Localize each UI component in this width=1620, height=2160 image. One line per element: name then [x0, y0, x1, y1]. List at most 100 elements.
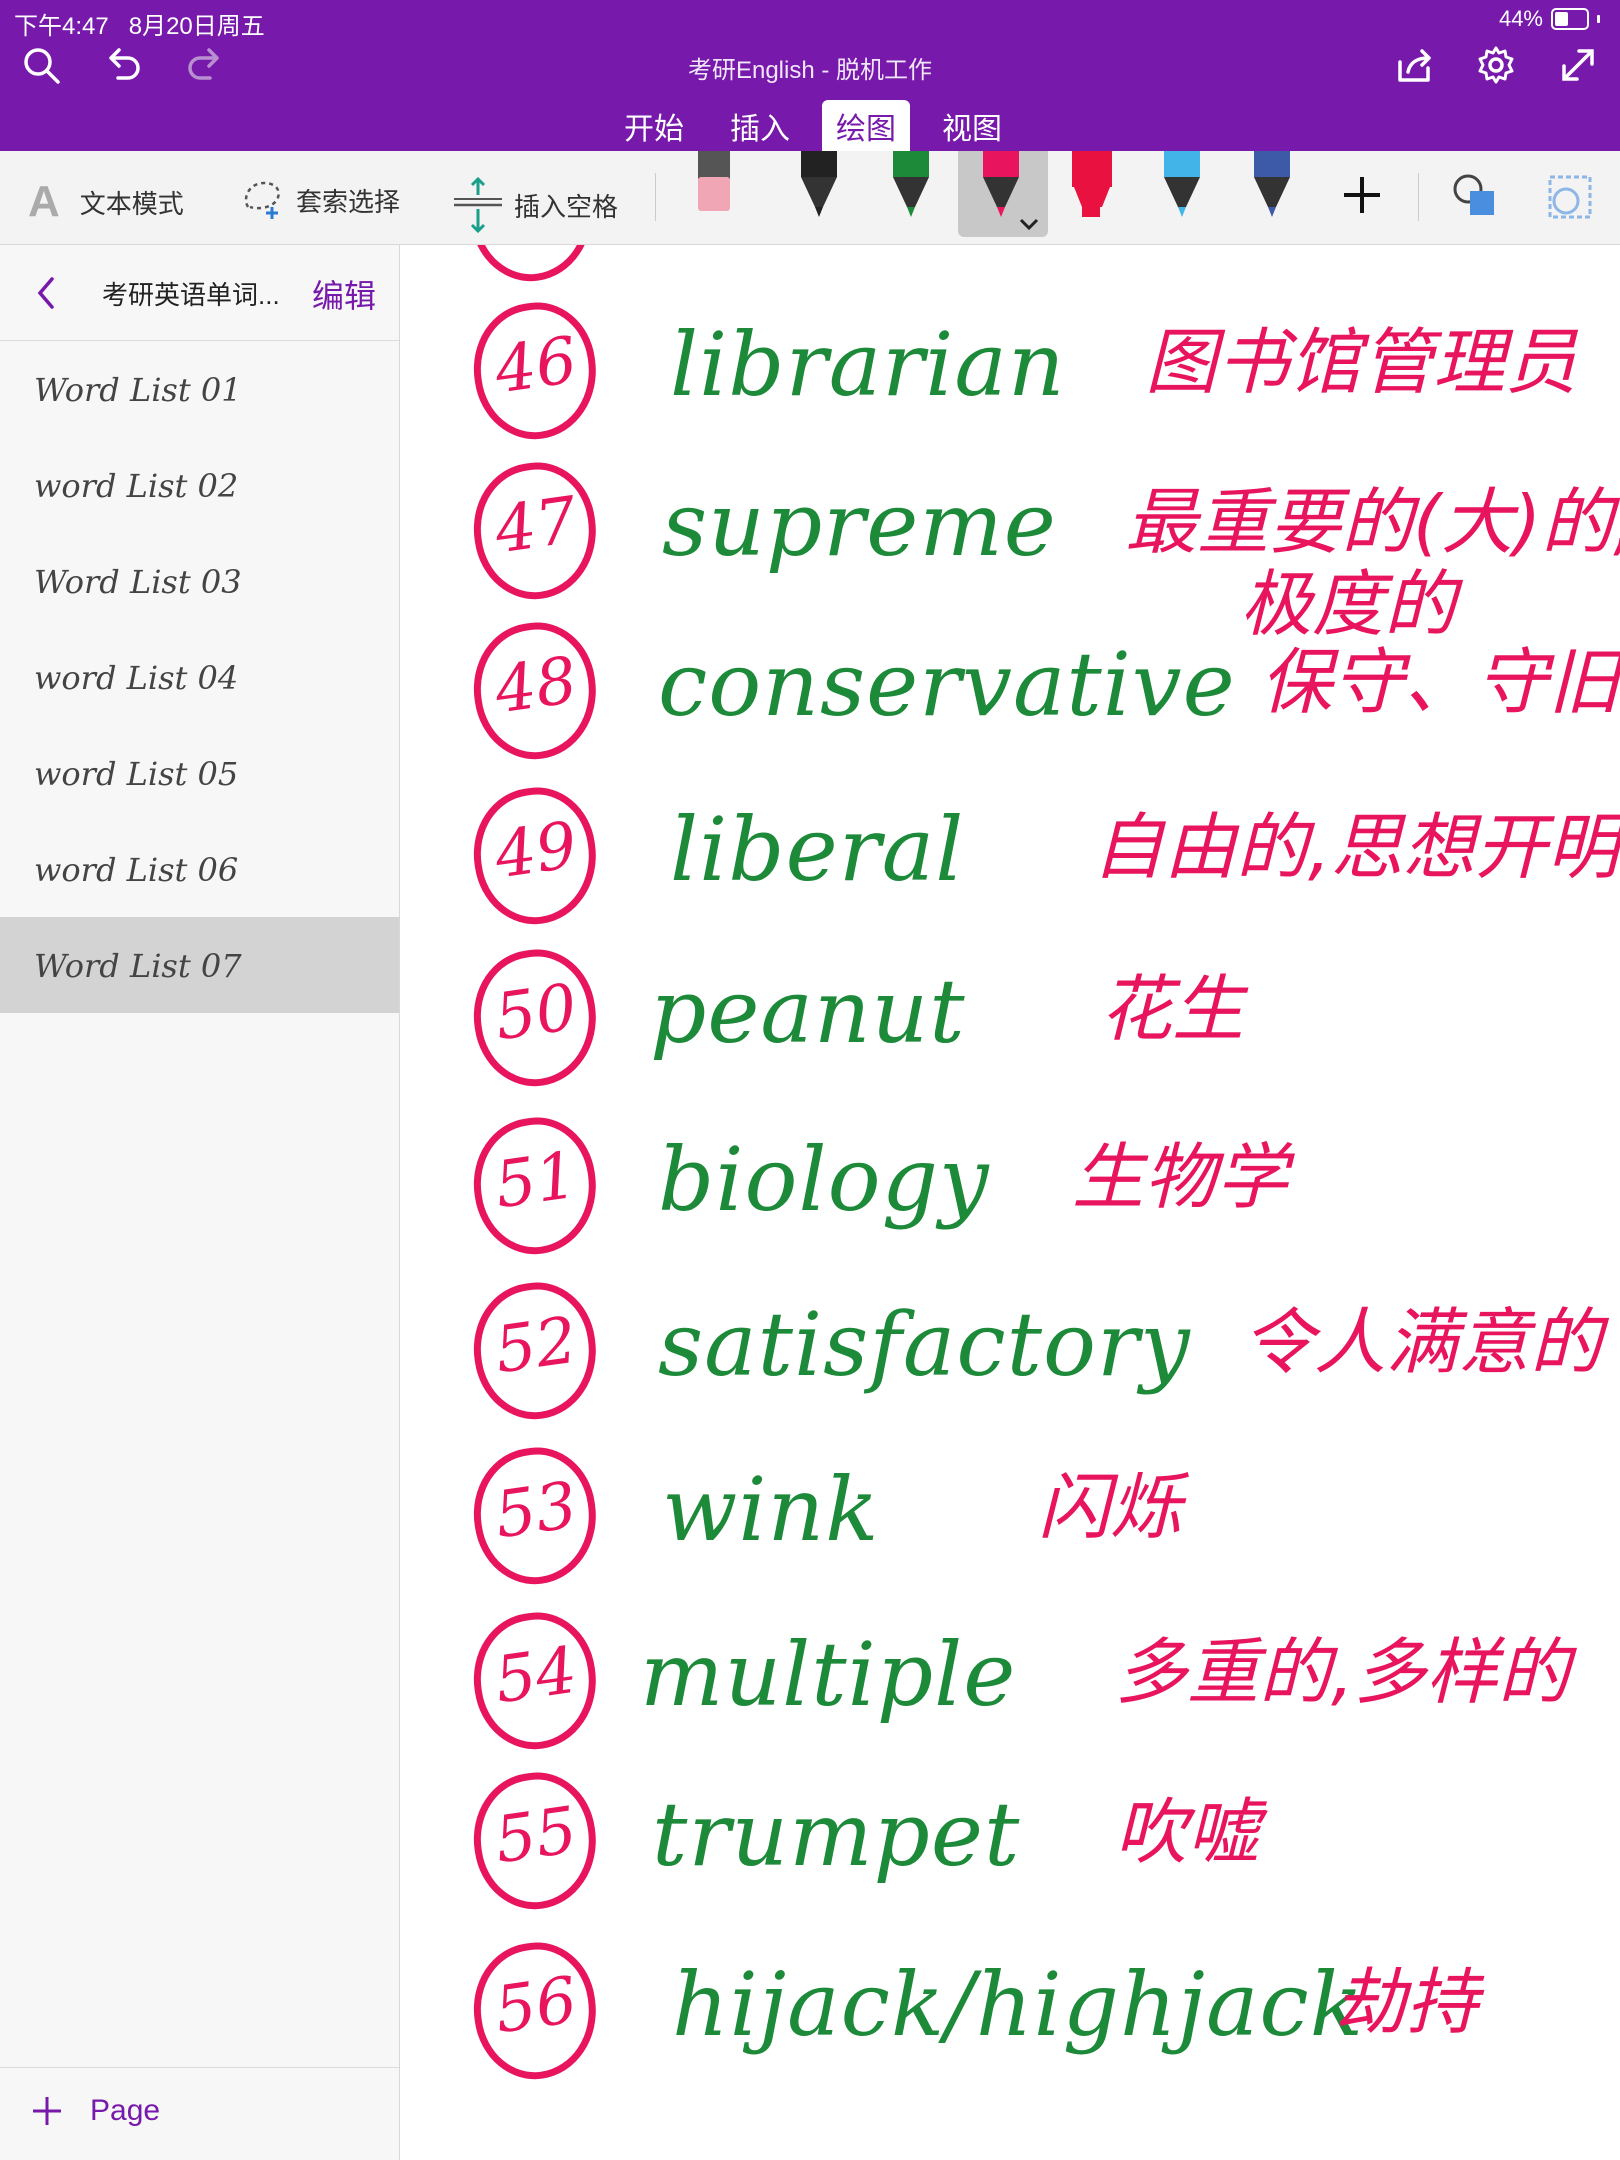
ink-to-shape-icon — [1548, 175, 1592, 219]
tab-view[interactable]: 视图 — [928, 100, 1016, 156]
entry-number: 53 — [490, 1468, 582, 1554]
add-pen-button[interactable] — [1338, 171, 1386, 219]
add-page-button[interactable]: Page — [30, 2094, 160, 2128]
entry-number: 48 — [490, 643, 582, 729]
battery-fill — [1555, 12, 1568, 26]
note-entry: 52 satisfactory 令人满意的 — [400, 1275, 1620, 1435]
page-list-sidebar: 考研英语单词... 编辑 Word List 01 word List 02 Wor… — [0, 245, 400, 2160]
entry-number: 47 — [490, 483, 582, 569]
tab-insert[interactable]: 插入 — [716, 100, 804, 156]
share-icon[interactable] — [1390, 40, 1440, 90]
status-time: 下午4:47 — [14, 13, 109, 40]
battery-percent: 44% — [1498, 6, 1543, 31]
plus-icon — [1344, 177, 1380, 213]
status-date: 8月20日周五 — [128, 13, 265, 40]
note-entry: 54 multiple 多重的,多样的 — [400, 1605, 1620, 1765]
page-item[interactable]: Word List 03 — [0, 533, 399, 629]
chinese-meaning: 闪烁 — [1038, 1465, 1183, 1549]
page-item[interactable]: word List 04 — [0, 629, 399, 725]
chinese-meaning: 图书馆管理员 — [1145, 320, 1578, 404]
chinese-meaning: 自由的,思想开明的 — [1092, 805, 1620, 889]
english-word: wink — [662, 1458, 880, 1561]
insert-space-icon — [454, 177, 502, 233]
text-mode-icon: A — [28, 177, 60, 226]
pen-black-icon[interactable] — [795, 151, 843, 221]
note-entry: 56 hijack/highjack 劫持 — [400, 1935, 1620, 2095]
english-word: satisfactory — [658, 1293, 1191, 1396]
shapes-icon — [1453, 174, 1494, 215]
status-battery: 44% — [1499, 6, 1600, 32]
tab-home[interactable]: 开始 — [610, 100, 698, 156]
lasso-select-button[interactable]: 套索选择 — [240, 177, 400, 223]
english-word: multiple — [640, 1623, 1017, 1726]
pen-pink-icon[interactable] — [977, 151, 1025, 221]
english-word: biology — [658, 1128, 990, 1231]
page-item-label: word List 06 — [34, 851, 239, 889]
draw-toolbar: A 文本模式 套索选择 插入空格 — [0, 151, 1620, 245]
note-entry: 53 wink 闪烁 — [400, 1440, 1620, 1600]
note-entry: 48 conservative 保守、守旧 — [400, 615, 1620, 775]
back-chevron-icon[interactable] — [34, 275, 60, 316]
insert-space-label: 插入空格 — [514, 191, 619, 222]
tab-draw[interactable]: 绘图 — [822, 100, 910, 152]
note-canvas[interactable]: 46 librarian 图书馆管理员 47 supreme 最重要的(大)的, 极度的 48… — [400, 245, 1620, 2160]
note-entry: 46 librarian 图书馆管理员 — [400, 295, 1620, 455]
note-entry: 49 liberal 自由的,思想开明的 — [400, 780, 1620, 940]
battery-icon — [1551, 8, 1589, 30]
ribbon-tabs: 开始 插入 绘图 视图 — [610, 100, 1016, 156]
chinese-meaning: 令人满意的 — [1242, 1300, 1603, 1384]
shapes-button[interactable] — [1450, 171, 1500, 221]
lasso-icon — [244, 181, 280, 219]
note-entry: 50 peanut 花生 — [400, 942, 1620, 1102]
page-item-label: word List 04 — [34, 659, 239, 697]
text-mode-button[interactable]: A 文本模式 — [28, 177, 184, 227]
chinese-meaning: 保守、守旧 — [1260, 640, 1620, 724]
insert-space-button[interactable]: 插入空格 — [452, 177, 618, 233]
chinese-meaning: 花生 — [1100, 967, 1245, 1051]
section-title: 考研英语单词... — [102, 280, 280, 310]
english-word: trumpet — [652, 1783, 1021, 1886]
add-page-label: Page — [90, 2094, 161, 2127]
pen-green-icon[interactable] — [887, 151, 935, 221]
page-item-label: Word List 03 — [34, 563, 242, 601]
lasso-label: 套索选择 — [296, 186, 401, 217]
chinese-meaning: 劫持 — [1334, 1960, 1479, 2044]
app-header: 下午4:47 8月20日周五 44% 考研English - 脱机工作 开始 插… — [0, 0, 1620, 152]
page-item[interactable]: word List 06 — [0, 821, 399, 917]
chinese-meaning: 吹嘘 — [1115, 1790, 1260, 1874]
entry-number: 56 — [490, 1963, 582, 2049]
english-word: librarian — [670, 313, 1066, 416]
toolbar-divider — [1418, 173, 1419, 221]
status-time-date: 下午4:47 8月20日周五 — [14, 6, 265, 41]
ink-to-shape-button[interactable] — [1542, 169, 1598, 225]
pen-blue-icon[interactable] — [1158, 151, 1206, 221]
pen-galaxy-icon[interactable] — [1248, 151, 1296, 221]
english-word: liberal — [670, 798, 965, 901]
text-mode-label: 文本模式 — [79, 188, 184, 219]
entry-number: 54 — [490, 1633, 582, 1719]
english-word: hijack/highjack — [672, 1953, 1365, 2056]
entry-number: 50 — [490, 970, 582, 1056]
eraser-icon[interactable] — [690, 151, 738, 221]
page-item[interactable]: Word List 01 — [0, 341, 399, 437]
entry-number: 52 — [490, 1303, 582, 1389]
entry-number: 46 — [490, 323, 582, 409]
page-item-label: Word List 07 — [34, 947, 242, 985]
toolbar-divider — [655, 173, 656, 221]
chinese-meaning: 多重的,多样的 — [1115, 1630, 1570, 1714]
page-item[interactable]: word List 02 — [0, 437, 399, 533]
partial-number-circle — [461, 245, 601, 289]
sidebar-footer: Page — [0, 2067, 399, 2160]
edit-button[interactable]: 编辑 — [312, 271, 376, 317]
fullscreen-icon[interactable] — [1553, 40, 1603, 90]
page-item[interactable]: word List 05 — [0, 725, 399, 821]
sidebar-header: 考研英语单词... 编辑 — [0, 245, 399, 341]
page-item[interactable]: Word List 07 — [0, 917, 399, 1013]
highlighter-red-icon[interactable] — [1068, 151, 1116, 221]
battery-cap — [1597, 15, 1600, 23]
settings-gear-icon[interactable] — [1471, 40, 1521, 90]
english-word: supreme — [662, 473, 1057, 576]
english-word: peanut — [650, 960, 966, 1063]
entry-number: 51 — [490, 1138, 582, 1224]
page-item-label: word List 05 — [34, 755, 239, 793]
